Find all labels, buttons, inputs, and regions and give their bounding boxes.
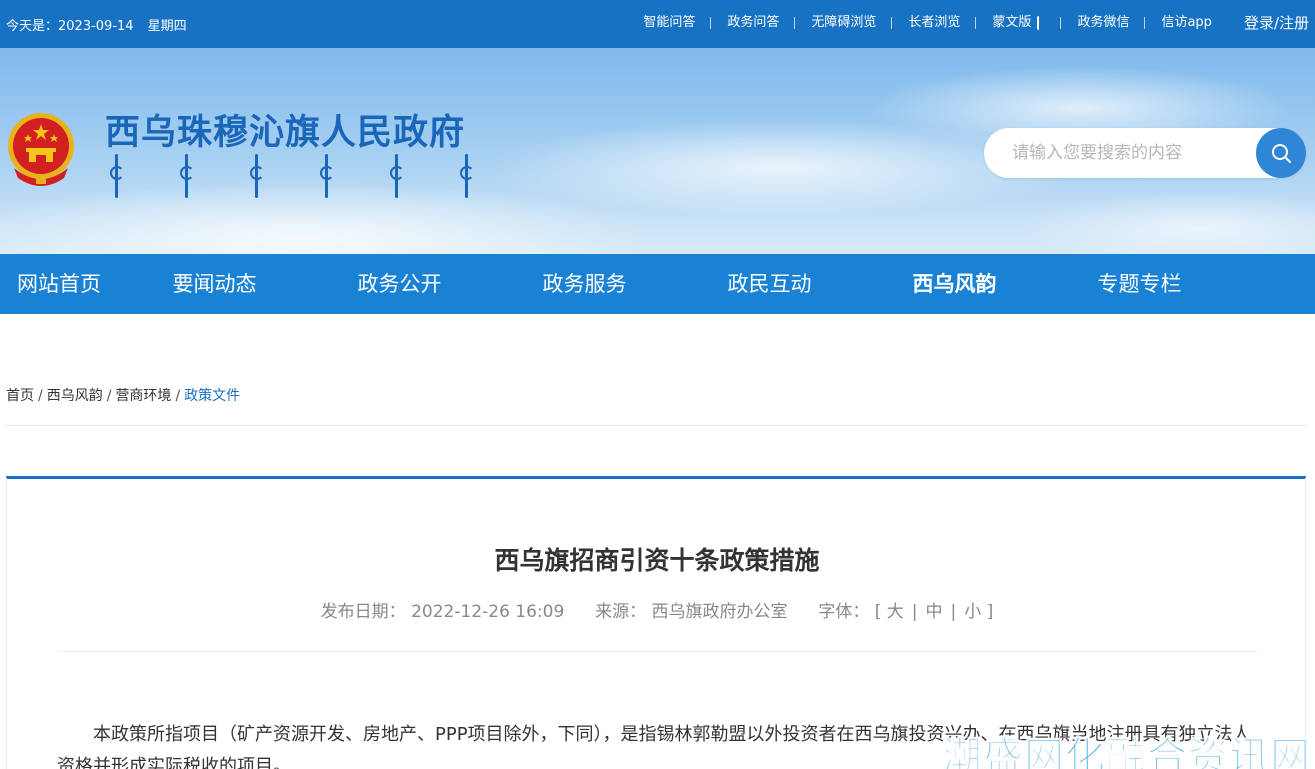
breadcrumb: 首页 / 西乌风韵 / 营商环境 / 政策文件 [6,385,240,405]
mongolian-glyph [110,152,124,200]
divider [6,425,1306,426]
link-policy-qa[interactable]: 政务问答 [711,13,796,33]
date-display: 今天是：2023-09-14 星期四 [6,15,187,34]
search-box [984,128,1306,178]
utility-links: 智能问答 政务问答 无障碍浏览 长者浏览 蒙文版 政务微信 信访app 登录/注… [627,13,1309,33]
search-button[interactable] [1256,128,1306,178]
search-icon [1272,144,1291,163]
top-utility-bar: 今天是：2023-09-14 星期四 智能问答 政务问答 无障碍浏览 长者浏览 蒙… [0,0,1315,48]
header-banner: 西乌珠穆沁旗人民政府 [0,48,1315,254]
breadcrumb-policy-docs[interactable]: 政策文件 [184,388,240,404]
mongolian-glyph [180,152,194,200]
mongolian-version-label: 蒙文版 [992,15,1032,30]
nav-home[interactable]: 网站首页 [0,254,122,314]
site-title: 西乌珠穆沁旗人民政府 [105,113,466,153]
bracket-close: ] [986,602,994,622]
font-size-label: 字体： [818,602,870,622]
link-accessibility[interactable]: 无障碍浏览 [795,13,893,33]
publish-date: 2022-12-26 16:09 [411,602,565,622]
watermark-text: 潮盛网化融合资讯网 [942,734,1311,769]
search-input[interactable] [1012,128,1252,178]
breadcrumb-home[interactable]: 首页 [6,388,34,404]
nav-gov-affairs[interactable]: 政务公开 [307,254,492,314]
breadcrumb-separator: / [106,388,112,404]
link-petition-app[interactable]: 信访app [1145,13,1227,33]
link-elderly-mode[interactable]: 长者浏览 [892,13,977,33]
breadcrumb-xiwu-charm[interactable]: 西乌风韵 [47,388,103,404]
mongolian-glyph [320,152,334,200]
weekday-label: 星期四 [147,19,187,34]
font-size-small-button[interactable]: 小 [964,602,981,622]
date-label: 今天是：2023-09-14 [6,19,134,34]
nav-special-topics[interactable]: 专题专栏 [1047,254,1232,314]
mongolian-glyph [390,152,404,200]
source-label: 来源： [595,602,647,622]
nav-xiwu-charm[interactable]: 西乌风韵 [862,254,1047,314]
nav-news[interactable]: 要闻动态 [122,254,307,314]
font-size-controls: 字体： [ 大 | 中 | 小 ] [818,602,994,622]
breadcrumb-business-env[interactable]: 营商环境 [115,388,171,404]
nav-gov-services[interactable]: 政务服务 [492,254,677,314]
meta-divider [57,651,1257,652]
link-mongolian-version[interactable]: 蒙文版 [976,13,1062,33]
publish-date-label: 发布日期： [320,602,406,622]
article-title: 西乌旗招商引资十条政策措施 [494,546,820,575]
mongolian-script-icon [1037,15,1045,30]
link-wechat[interactable]: 政务微信 [1061,13,1146,33]
mongolian-title [110,152,474,200]
login-register-link[interactable]: 登录/注册 [1228,13,1309,33]
mongolian-glyph [460,152,474,200]
font-size-medium-button[interactable]: 中 [926,602,943,622]
link-smart-qa[interactable]: 智能问答 [627,13,712,33]
national-emblem-icon [8,113,74,186]
bracket-open: [ [874,602,882,622]
breadcrumb-separator: / [175,388,181,404]
nav-interaction[interactable]: 政民互动 [677,254,862,314]
font-size-large-button[interactable]: 大 [887,602,904,622]
main-nav: 网站首页 要闻动态 政务公开 政务服务 政民互动 西乌风韵 专题专栏 [0,254,1315,314]
mongolian-glyph [250,152,264,200]
article-meta: 发布日期： 2022-12-26 16:09 来源： 西乌旗政府办公室 字体： … [7,597,1307,622]
source-value: 西乌旗政府办公室 [651,602,788,622]
breadcrumb-separator: / [38,388,43,404]
